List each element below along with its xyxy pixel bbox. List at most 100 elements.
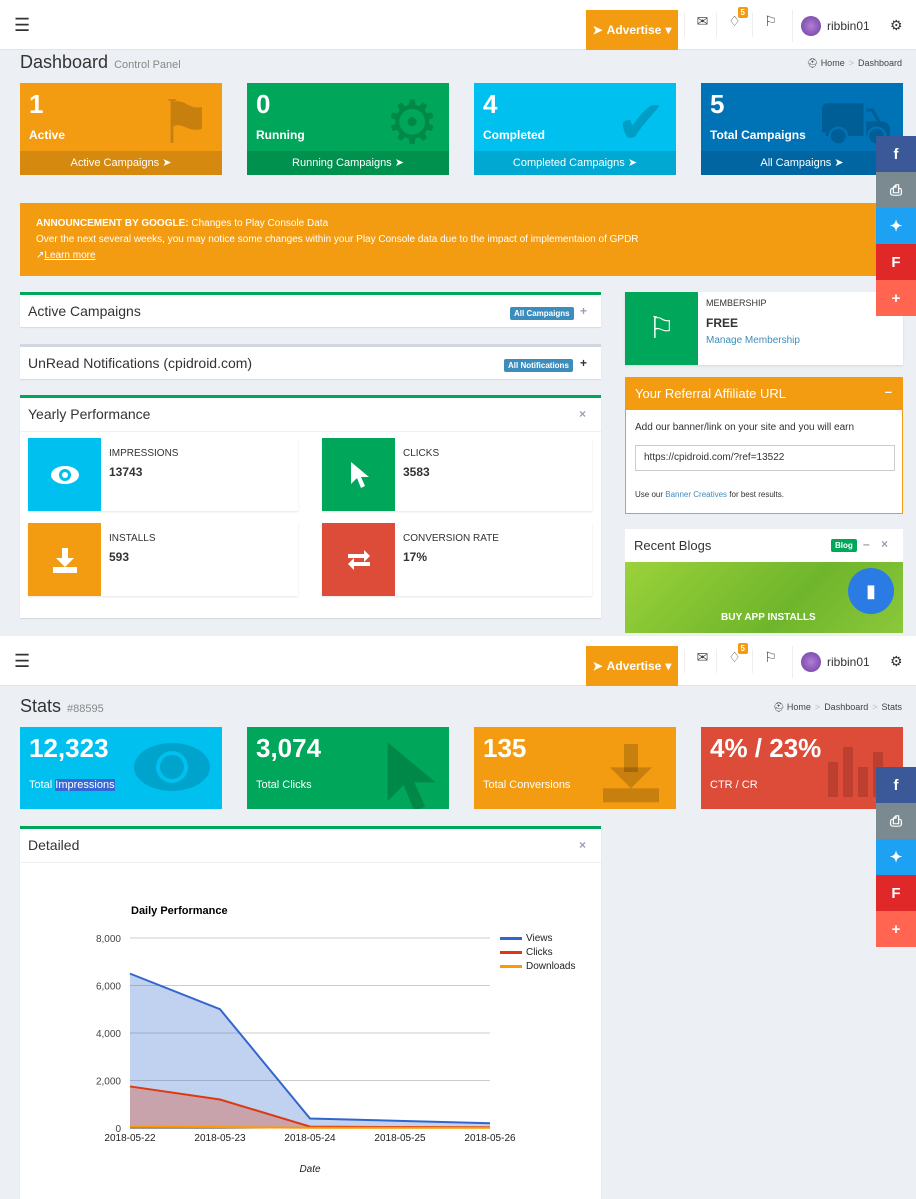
eye-icon [132,737,212,807]
clicks-info-box: CLICKS 3583 [322,438,592,511]
notifications-panel: UnRead Notifications (cpidroid.com) All … [20,344,601,379]
all-notifications-button[interactable]: All Notifications [504,359,573,372]
installs-info-box: INSTALLS 593 [28,523,298,596]
paper-plane-icon: ➤ [592,659,603,673]
all-campaigns-button[interactable]: All Campaigns [510,307,574,320]
announcement-body: Over the next several weeks, you may not… [36,234,639,245]
collapse-icon[interactable]: – [885,384,892,399]
chart-title: Daily Performance [131,905,228,917]
facebook-icon[interactable]: f [876,767,916,803]
breadcrumb-dashboard[interactable]: Dashboard [824,702,868,712]
learn-more-link[interactable]: Learn more [44,250,95,261]
ctr-cr-box: 4% / 23% CTR / CR [701,727,903,809]
x-tick-label: 2018-05-24 [284,1133,336,1144]
envelope-icon[interactable]: ✉ [684,649,720,673]
flag-icon[interactable]: ⚐ [752,13,788,37]
legend-swatch [500,965,522,968]
flipboard-icon[interactable]: F [876,875,916,911]
x-tick-label: 2018-05-23 [194,1133,246,1144]
eye-icon [28,438,101,511]
flipboard-icon[interactable]: F [876,244,916,280]
facebook-icon[interactable]: f [876,136,916,172]
flag-icon[interactable]: ⚐ [752,649,788,673]
daily-performance-chart: Daily Performance02,0004,0006,0008,00020… [96,905,576,1175]
breadcrumb-stats: Stats [881,702,902,712]
menu-toggle-icon[interactable]: ☰ [14,651,30,672]
gear-icon[interactable]: ⚙ [890,653,903,670]
running-campaigns-link[interactable]: Running Campaigns ➤ [247,151,449,175]
completed-campaigns-link[interactable]: Completed Campaigns ➤ [474,151,676,175]
breadcrumb: ⛑ Home > Dashboard [806,58,902,68]
legend-label: Clicks [526,947,553,958]
flag-icon: ⚐ [625,292,698,365]
chat-icon: ▮ [866,580,876,601]
bell-icon[interactable]: ♢ 5 [716,643,752,673]
share-plus-icon[interactable]: + [876,280,916,316]
total-conversions-box: 135 Total Conversions [474,727,676,809]
y-tick-label: 4,000 [96,1029,121,1040]
share-plus-icon[interactable]: + [876,911,916,947]
referral-text: Add our banner/link on your site and you… [635,422,855,433]
legend-swatch [500,937,522,940]
y-tick-label: 2,000 [96,1077,121,1088]
announcement-callout: ANNOUNCEMENT BY GOOGLE: Changes to Play … [20,203,903,276]
breadcrumb: ⛑ Home > Dashboard > Stats [772,702,902,712]
legend-label: Views [526,933,553,944]
breadcrumb-home[interactable]: Home [821,58,845,68]
collapse-icon[interactable]: – [863,537,870,551]
manage-membership-link[interactable]: Manage Membership [706,335,800,346]
panel-title: Yearly Performance [28,406,151,422]
expand-icon[interactable]: + [580,304,587,318]
gear-icon[interactable]: ⚙ [890,17,903,34]
print-icon[interactable]: ⎙ [876,172,916,208]
running-campaigns-box: ⚙ 0 Running Running Campaigns ➤ [247,83,449,175]
panel-title: Active Campaigns [28,303,141,319]
print-icon[interactable]: ⎙ [876,803,916,839]
envelope-icon[interactable]: ✉ [684,13,720,37]
x-axis-label: Date [299,1164,321,1175]
membership-label: MEMBERSHIP [706,298,767,308]
top-navbar: ☰ ➤ Advertise ▾ ✉ ♢ 5 ⚐ ribbin01 ⚙ [0,0,916,50]
breadcrumb-dashboard[interactable]: Dashboard [858,58,902,68]
legend-label: Downloads [526,961,575,972]
twitter-icon[interactable]: ✦ [876,208,916,244]
banner-creatives-link[interactable]: Banner Creatives [665,490,727,499]
conversion-rate-info-box: CONVERSION RATE 17% [322,523,592,596]
active-campaigns-link[interactable]: Active Campaigns ➤ [20,151,222,175]
x-tick-label: 2018-05-25 [374,1133,426,1144]
menu-toggle-icon[interactable]: ☰ [14,15,30,36]
breadcrumb-home[interactable]: Home [787,702,811,712]
user-menu[interactable]: ribbin01 [792,646,870,678]
twitter-icon[interactable]: ✦ [876,839,916,875]
all-campaigns-link[interactable]: All Campaigns ➤ [701,151,903,175]
avatar [801,16,821,36]
blog-tag: Blog [831,539,857,552]
close-icon[interactable]: × [881,537,888,551]
close-icon[interactable]: × [579,838,586,852]
bell-icon[interactable]: ♢ 5 [716,7,752,37]
membership-box: ⚐ MEMBERSHIP FREE Manage Membership [625,292,903,365]
detailed-panel: Detailed × Daily Performance 0 2,000 4,000 6… [20,826,601,1199]
social-share-bar: f ⎙ ✦ F + [876,767,916,947]
notification-count: 5 [737,643,748,654]
user-menu[interactable]: ribbin01 [792,10,870,42]
selected-text: Impressions [55,779,115,791]
referral-footer: Use our Banner Creatives for best result… [635,490,784,499]
flag-icon: ⚑ [158,89,212,156]
announcement-title: Changes to Play Console Data [191,218,329,229]
referral-url-field[interactable]: https://cpidroid.com/?ref=13522 [635,445,895,471]
advertise-button[interactable]: ➤ Advertise ▾ [586,646,678,686]
advertise-button[interactable]: ➤ Advertise ▾ [586,10,678,50]
y-tick-label: 8,000 [96,934,121,945]
yearly-performance-panel: Yearly Performance × IMPRESSIONS 13743 C… [20,395,601,618]
expand-icon[interactable]: + [580,356,587,370]
y-tick-label: 6,000 [96,982,121,993]
announcement-heading: ANNOUNCEMENT BY GOOGLE: [36,218,189,229]
retweet-icon [322,523,395,596]
chat-button[interactable]: ▮ [848,568,894,614]
referral-panel: Your Referral Affiliate URL – Add our ban… [625,377,903,514]
close-icon[interactable]: × [579,407,586,421]
download-icon [28,523,101,596]
panel-title: UnRead Notifications (cpidroid.com) [28,355,253,371]
completed-campaigns-box: ✔ 4 Completed Completed Campaigns ➤ [474,83,676,175]
